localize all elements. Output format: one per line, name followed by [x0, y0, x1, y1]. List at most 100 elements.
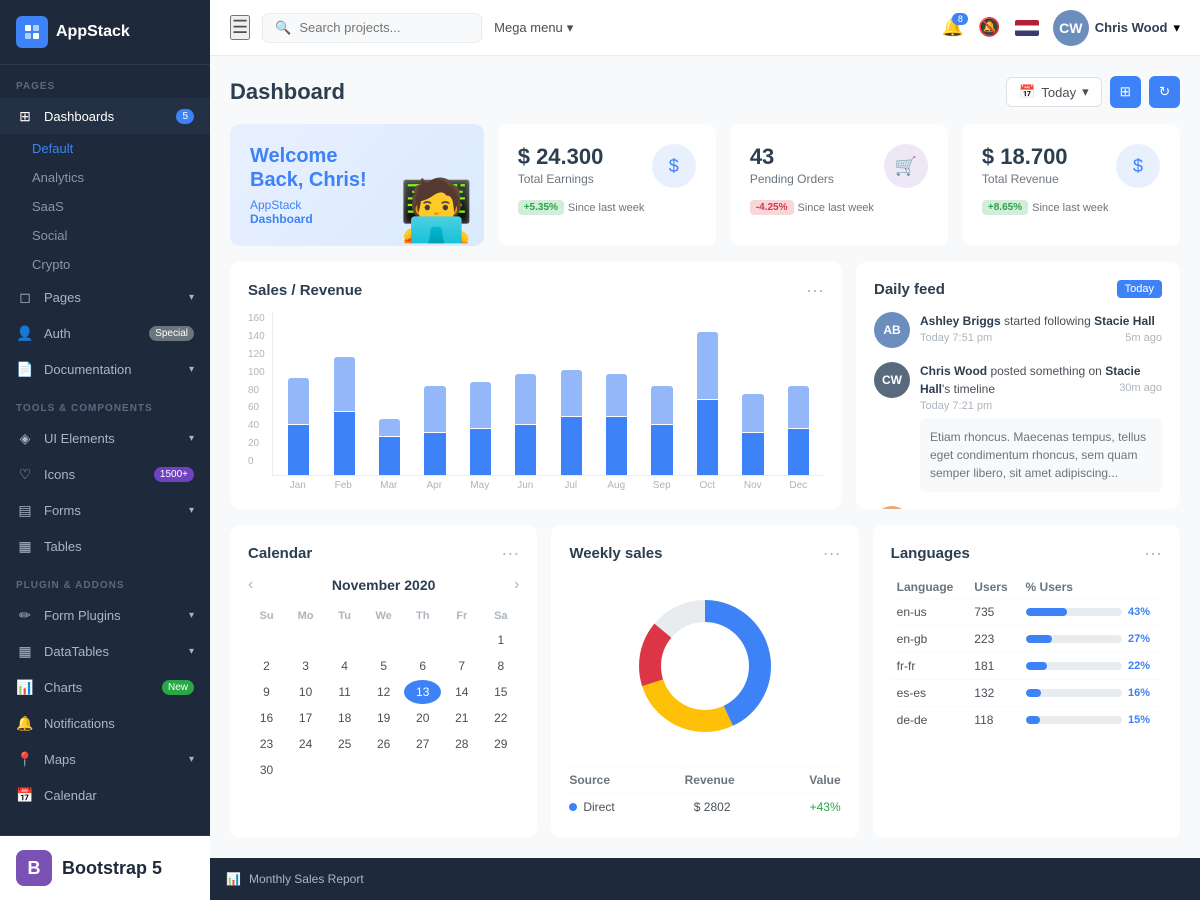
sidebar-item-ui-elements[interactable]: ◈ UI Elements ▾	[0, 420, 210, 456]
sidebar-label-maps: Maps	[44, 752, 76, 767]
cal-day[interactable]: 16	[248, 706, 285, 730]
sidebar-item-forms[interactable]: ▤ Forms ▾	[0, 492, 210, 528]
sidebar-item-default[interactable]: Default	[0, 134, 210, 163]
cal-day-empty	[365, 628, 402, 652]
hamburger-button[interactable]: ☰	[230, 15, 250, 40]
sidebar-item-pages[interactable]: ◻ Pages ▾	[0, 279, 210, 315]
search-input[interactable]	[299, 20, 469, 35]
sidebar-item-crypto[interactable]: Crypto	[0, 250, 210, 279]
sidebar-item-datatables[interactable]: ▦ DataTables ▾	[0, 633, 210, 669]
cal-day[interactable]: 25	[326, 732, 363, 756]
feed-title: Daily feed	[874, 281, 945, 298]
cal-day[interactable]: 18	[326, 706, 363, 730]
source-row-direct: Direct $ 2802 +43%	[569, 793, 840, 820]
sidebar-item-charts[interactable]: 📊 Charts New	[0, 669, 210, 705]
cal-day[interactable]: 4	[326, 654, 363, 678]
cal-day[interactable]: 30	[248, 758, 285, 782]
notifications-button[interactable]: 🔔 8	[942, 17, 964, 38]
sidebar-item-dashboards[interactable]: ⊞ Dashboards 5	[0, 98, 210, 134]
cal-day[interactable]: 11	[326, 680, 363, 704]
cal-nav: ‹ November 2020 ›	[248, 576, 519, 594]
cal-day[interactable]: 5	[365, 654, 402, 678]
revenue-value: $ 18.700	[982, 144, 1068, 170]
cal-day[interactable]: 21	[443, 706, 480, 730]
sidebar-item-analytics[interactable]: Analytics	[0, 163, 210, 192]
lang-col-pct: % Users	[1020, 576, 1162, 599]
sidebar-item-icons[interactable]: ♡ Icons 1500+	[0, 456, 210, 492]
stat-inner-earnings: $ 24.300 Total Earnings $	[518, 144, 696, 188]
today-button[interactable]: 📅 Today ▾	[1006, 77, 1101, 107]
bottom-row: Calendar ··· ‹ November 2020 › SuMoTuWeT…	[230, 525, 1180, 838]
cal-day[interactable]: 19	[365, 706, 402, 730]
sidebar-item-form-plugins[interactable]: ✏ Form Plugins ▾	[0, 597, 210, 633]
sidebar-item-documentation[interactable]: 📄 Documentation ▾	[0, 351, 210, 387]
calendar-menu[interactable]: ···	[501, 543, 519, 564]
feed-header: Daily feed Today	[874, 280, 1162, 298]
refresh-button[interactable]: ↻	[1149, 76, 1180, 108]
sidebar-item-saas[interactable]: SaaS	[0, 192, 210, 221]
cal-day[interactable]: 23	[248, 732, 285, 756]
sidebar-item-tables[interactable]: ▦ Tables	[0, 528, 210, 564]
cal-day[interactable]: 22	[482, 706, 519, 730]
sidebar-item-social[interactable]: Social	[0, 221, 210, 250]
filter-button[interactable]: ⊞	[1110, 76, 1141, 108]
tools-label: Tools & Components	[0, 387, 210, 420]
sidebar-label-tables: Tables	[44, 539, 82, 554]
cal-day[interactable]: 24	[287, 732, 324, 756]
monthly-report-footer[interactable]: 📊 Monthly Sales Report	[210, 858, 1200, 900]
cal-day-today[interactable]: 13	[404, 680, 441, 704]
cal-day[interactable]: 20	[404, 706, 441, 730]
bootstrap-banner[interactable]: B Bootstrap 5	[0, 835, 210, 900]
cal-prev-button[interactable]: ‹	[248, 576, 253, 594]
welcome-link[interactable]: Dashboard	[250, 212, 313, 226]
cal-day[interactable]: 10	[287, 680, 324, 704]
stat-card-orders: 43 Pending Orders 🛒 -4.25% Since last we…	[730, 124, 948, 246]
cal-day[interactable]: 8	[482, 654, 519, 678]
cal-day-empty	[326, 628, 363, 652]
feed-avatar-1: CW	[874, 362, 910, 398]
cal-day[interactable]: 15	[482, 680, 519, 704]
lang-row: de-de 118 15%	[891, 707, 1162, 734]
cal-day[interactable]: 1	[482, 628, 519, 652]
lang-users: 735	[968, 599, 1019, 626]
source-col-revenue: Revenue	[685, 773, 735, 787]
cal-day[interactable]: 3	[287, 654, 324, 678]
feed-today-badge: Today	[1117, 280, 1162, 298]
chart-menu[interactable]: ···	[806, 280, 824, 301]
languages-menu[interactable]: ···	[1144, 543, 1162, 564]
sidebar-item-notifications[interactable]: 🔔 Notifications	[0, 705, 210, 741]
cal-day[interactable]: 7	[443, 654, 480, 678]
docs-icon: 📄	[16, 360, 34, 378]
cal-day[interactable]: 27	[404, 732, 441, 756]
cal-day[interactable]: 12	[365, 680, 402, 704]
sidebar-item-auth[interactable]: 👤 Auth Special	[0, 315, 210, 351]
lang-users: 181	[968, 653, 1019, 680]
logo-text: AppStack	[56, 23, 130, 41]
sidebar-label-docs: Documentation	[44, 362, 131, 377]
welcome-card: Welcome Back, Chris! AppStack Dashboard …	[230, 124, 484, 246]
cal-day[interactable]: 26	[365, 732, 402, 756]
cal-day[interactable]: 14	[443, 680, 480, 704]
user-dropdown[interactable]: CW Chris Wood ▾	[1053, 10, 1180, 46]
cal-day[interactable]: 28	[443, 732, 480, 756]
cal-day[interactable]: 29	[482, 732, 519, 756]
cal-next-button[interactable]: ›	[514, 576, 519, 594]
alerts-button[interactable]: 🔕	[978, 17, 1000, 38]
sidebar-item-calendar[interactable]: 📅 Calendar	[0, 777, 210, 813]
cal-day[interactable]: 17	[287, 706, 324, 730]
logo[interactable]: AppStack	[0, 0, 210, 65]
forms-arrow: ▾	[189, 505, 194, 516]
cal-day[interactable]: 6	[404, 654, 441, 678]
mega-menu[interactable]: Mega menu ▾	[494, 20, 573, 36]
feed-item-2: SH Stacie Hall posted a new blog 1h ago …	[874, 506, 1162, 509]
feed-time-0: 5m ago	[1125, 330, 1162, 347]
feed-time-2: 1h ago	[1128, 506, 1162, 509]
cal-day[interactable]: 2	[248, 654, 285, 678]
stat-inner-orders: 43 Pending Orders 🛒	[750, 144, 928, 188]
source-col-value: Value	[809, 773, 840, 787]
sidebar-item-maps[interactable]: 📍 Maps ▾	[0, 741, 210, 777]
cal-day[interactable]: 9	[248, 680, 285, 704]
alert-icon: 🔕	[978, 17, 1000, 37]
weekly-sales-menu[interactable]: ···	[823, 543, 841, 564]
lang-col-users: Users	[968, 576, 1019, 599]
